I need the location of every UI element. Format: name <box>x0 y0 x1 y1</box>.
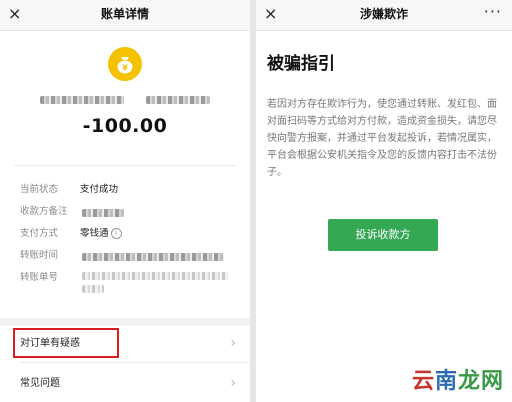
status-value: 支付成功 <box>80 184 119 195</box>
faq-label: 常见问题 <box>20 378 60 389</box>
merchant-name-redacted <box>40 96 124 104</box>
fraud-guide-text: 若因对方存在欺诈行为，使您通过转账、发红包、面对面扫码等方式给对方付款，造成资金… <box>267 99 497 178</box>
section-gap <box>0 318 250 326</box>
transfer-number-label: 转账单号 <box>20 272 59 283</box>
faq-item[interactable]: 常见问题 › <box>0 366 250 402</box>
payment-method-label: 支付方式 <box>20 228 59 239</box>
payee-note-redacted <box>82 209 124 217</box>
info-icon[interactable]: i <box>110 228 122 239</box>
transaction-amount: -100.00 <box>82 115 168 137</box>
highlight-box <box>13 328 119 358</box>
navigation-bar: × 涉嫌欺诈 ··· <box>256 0 512 31</box>
payment-method-value: 零钱通 i <box>80 228 122 240</box>
site-watermark: 云南龙网 <box>412 370 504 394</box>
watermark-part: 云 <box>411 369 435 394</box>
payment-method-text: 零钱通 <box>80 228 109 239</box>
status-label: 当前状态 <box>20 184 59 195</box>
merchant-name-redacted <box>146 96 210 104</box>
svg-text:¥: ¥ <box>122 64 128 73</box>
payee-note-label: 收款方备注 <box>20 206 68 217</box>
divider <box>14 165 236 166</box>
navigation-bar: × 账单详情 <box>0 0 250 31</box>
watermark-part: 南 <box>434 369 458 394</box>
transfer-number-redacted <box>82 272 228 280</box>
bill-details-screen: × 账单详情 ¥ -100.00 当前状态 支付成功 收款方备注 支付方式 零钱… <box>0 0 250 402</box>
fraud-guide-heading: 被骗指引 <box>267 54 335 74</box>
divider <box>20 362 250 363</box>
more-icon[interactable]: ··· <box>484 2 502 21</box>
watermark-part: 龙网 <box>457 369 504 394</box>
chevron-right-icon: › <box>230 375 236 391</box>
chevron-right-icon: › <box>230 335 236 351</box>
transfer-time-label: 转账时间 <box>20 250 59 261</box>
page-title: 涉嫌欺诈 <box>359 7 408 21</box>
money-bag-icon: ¥ <box>108 47 142 81</box>
fraud-guide-screen: × 涉嫌欺诈 ··· 被骗指引 若因对方存在欺诈行为，使您通过转账、发红包、面对… <box>256 0 512 402</box>
complain-payee-button[interactable]: 投诉收款方 <box>328 219 438 251</box>
transfer-time-redacted <box>82 253 224 261</box>
page-title: 账单详情 <box>100 7 149 21</box>
transfer-number-redacted <box>82 285 104 293</box>
